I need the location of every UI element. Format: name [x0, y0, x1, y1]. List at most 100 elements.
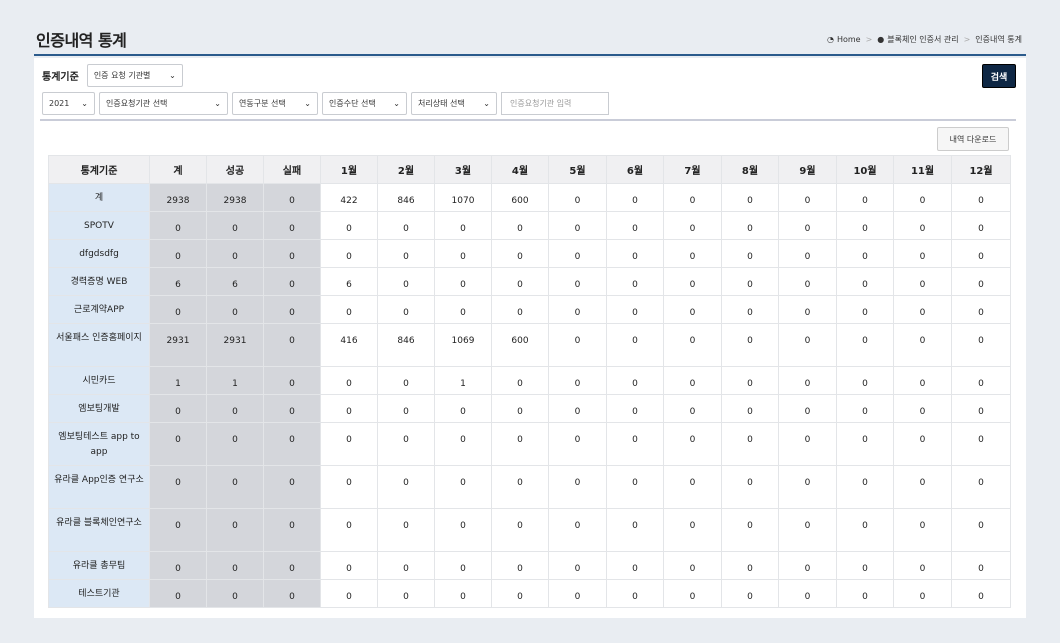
column-header: 3월	[434, 155, 492, 184]
month-cell: 0	[491, 422, 549, 466]
month-cell: 0	[778, 183, 837, 212]
month-cell: 0	[836, 267, 894, 296]
month-cell: 0	[951, 422, 1011, 466]
month-cell: 0	[951, 211, 1011, 240]
org-select[interactable]: 인증요청기관 선택 ⌄	[99, 92, 228, 115]
criteria-select[interactable]: 인증 요청 기관별 ⌄	[86, 64, 183, 87]
month-cell: 0	[893, 394, 952, 423]
summary-cell: 0	[149, 508, 207, 552]
month-cell: 0	[606, 211, 664, 240]
page-title: 인증내역 통계	[36, 31, 127, 50]
month-cell: 0	[836, 211, 894, 240]
month-cell: 0	[377, 465, 435, 509]
month-cell: 0	[893, 508, 952, 552]
month-cell: 0	[377, 267, 435, 296]
month-cell: 0	[434, 267, 492, 296]
month-cell: 0	[606, 508, 664, 552]
summary-cell: 0	[206, 465, 264, 509]
month-cell: 0	[663, 394, 722, 423]
link-type-select-value: 연동구분 선택	[239, 99, 286, 108]
month-cell: 0	[893, 551, 952, 580]
month-cell: 0	[951, 366, 1011, 395]
month-cell: 0	[836, 183, 894, 212]
month-cell: 416	[320, 323, 378, 367]
month-cell: 0	[721, 323, 779, 367]
month-cell: 0	[548, 394, 607, 423]
stats-table: 통계기준 계 성공 실패 1월 2월 3월 4월 5월 6월 7월 8월 9월 10월 11월 12월 계 29…	[48, 155, 1011, 608]
download-button[interactable]: 내역 다운로드	[937, 127, 1009, 151]
column-header: 8월	[721, 155, 779, 184]
summary-cell: 0	[206, 422, 264, 466]
process-status-select[interactable]: 처리상태 선택 ⌄	[411, 92, 497, 115]
process-status-select-value: 처리상태 선택	[418, 99, 465, 108]
month-cell: 0	[320, 551, 378, 580]
month-cell: 0	[377, 508, 435, 552]
month-cell: 0	[836, 422, 894, 466]
breadcrumb-cert-mgmt[interactable]: 블록체인 인증서 관리	[887, 34, 958, 45]
breadcrumb-home[interactable]: Home	[837, 35, 861, 44]
month-cell: 0	[434, 239, 492, 268]
month-cell: 0	[548, 183, 607, 212]
chevron-down-icon: ⌄	[214, 99, 221, 108]
month-cell: 0	[548, 267, 607, 296]
month-cell: 0	[778, 366, 837, 395]
month-cell: 0	[606, 267, 664, 296]
summary-cell: 0	[206, 295, 264, 324]
summary-cell: 0	[263, 295, 321, 324]
month-cell: 0	[663, 239, 722, 268]
org-select-value: 인증요청기관 선택	[106, 99, 168, 108]
month-cell: 0	[606, 579, 664, 608]
month-cell: 846	[377, 183, 435, 212]
month-cell: 0	[893, 211, 952, 240]
month-cell: 0	[663, 465, 722, 509]
filter-divider	[40, 119, 1016, 121]
month-cell: 0	[548, 551, 607, 580]
month-cell: 0	[663, 211, 722, 240]
month-cell: 0	[836, 323, 894, 367]
column-header: 9월	[778, 155, 837, 184]
month-cell: 0	[606, 366, 664, 395]
summary-cell: 0	[206, 551, 264, 580]
month-cell: 0	[893, 183, 952, 212]
summary-cell: 0	[149, 422, 207, 466]
filter-row-options: 2021 ⌄ 인증요청기관 선택 ⌄ 연동구분 선택 ⌄ 인증수단 선택 ⌄ 처…	[42, 92, 609, 115]
year-select[interactable]: 2021 ⌄	[42, 92, 95, 115]
month-cell: 0	[778, 267, 837, 296]
summary-cell: 0	[206, 239, 264, 268]
month-cell: 0	[606, 465, 664, 509]
auth-method-select[interactable]: 인증수단 선택 ⌄	[322, 92, 407, 115]
month-cell: 0	[491, 267, 549, 296]
table-row: 유라클 총무팀 0 0 0 0 0 0 0 0 0 0 0 0 0 0 0	[48, 551, 1011, 580]
summary-cell: 0	[263, 323, 321, 367]
month-cell: 0	[721, 508, 779, 552]
month-cell: 0	[721, 465, 779, 509]
summary-cell: 0	[149, 239, 207, 268]
month-cell: 0	[434, 508, 492, 552]
summary-cell: 6	[206, 267, 264, 296]
month-cell: 0	[721, 183, 779, 212]
chevron-down-icon: ⌄	[304, 99, 311, 108]
user-icon: ●	[877, 35, 885, 44]
search-button[interactable]: 검색	[982, 64, 1016, 88]
table-row: 유라클 블록체인연구소 0 0 0 0 0 0 0 0 0 0 0 0 0 0 0	[48, 508, 1011, 552]
month-cell: 0	[951, 323, 1011, 367]
org-name-input[interactable]: 인증요청기관 입력	[501, 92, 609, 115]
month-cell: 0	[778, 508, 837, 552]
month-cell: 0	[778, 323, 837, 367]
month-cell: 0	[606, 323, 664, 367]
month-cell: 0	[434, 422, 492, 466]
row-name-cell: SPOTV	[48, 211, 150, 240]
row-name-cell: 유라클 App인증 연구소	[48, 465, 150, 509]
row-name-cell: 엠보팅개발	[48, 394, 150, 423]
month-cell: 0	[836, 465, 894, 509]
month-cell: 0	[951, 394, 1011, 423]
table-row: 근로계약APP 0 0 0 0 0 0 0 0 0 0 0 0 0 0 0	[48, 295, 1011, 324]
filter-row-criteria: 통계기준 인증 요청 기관별 ⌄	[42, 64, 183, 87]
link-type-select[interactable]: 연동구분 선택 ⌄	[232, 92, 318, 115]
month-cell: 0	[721, 394, 779, 423]
column-header: 10월	[836, 155, 894, 184]
month-cell: 1069	[434, 323, 492, 367]
month-cell: 0	[721, 267, 779, 296]
column-header: 4월	[491, 155, 549, 184]
row-name-cell: 경력증명 WEB	[48, 267, 150, 296]
